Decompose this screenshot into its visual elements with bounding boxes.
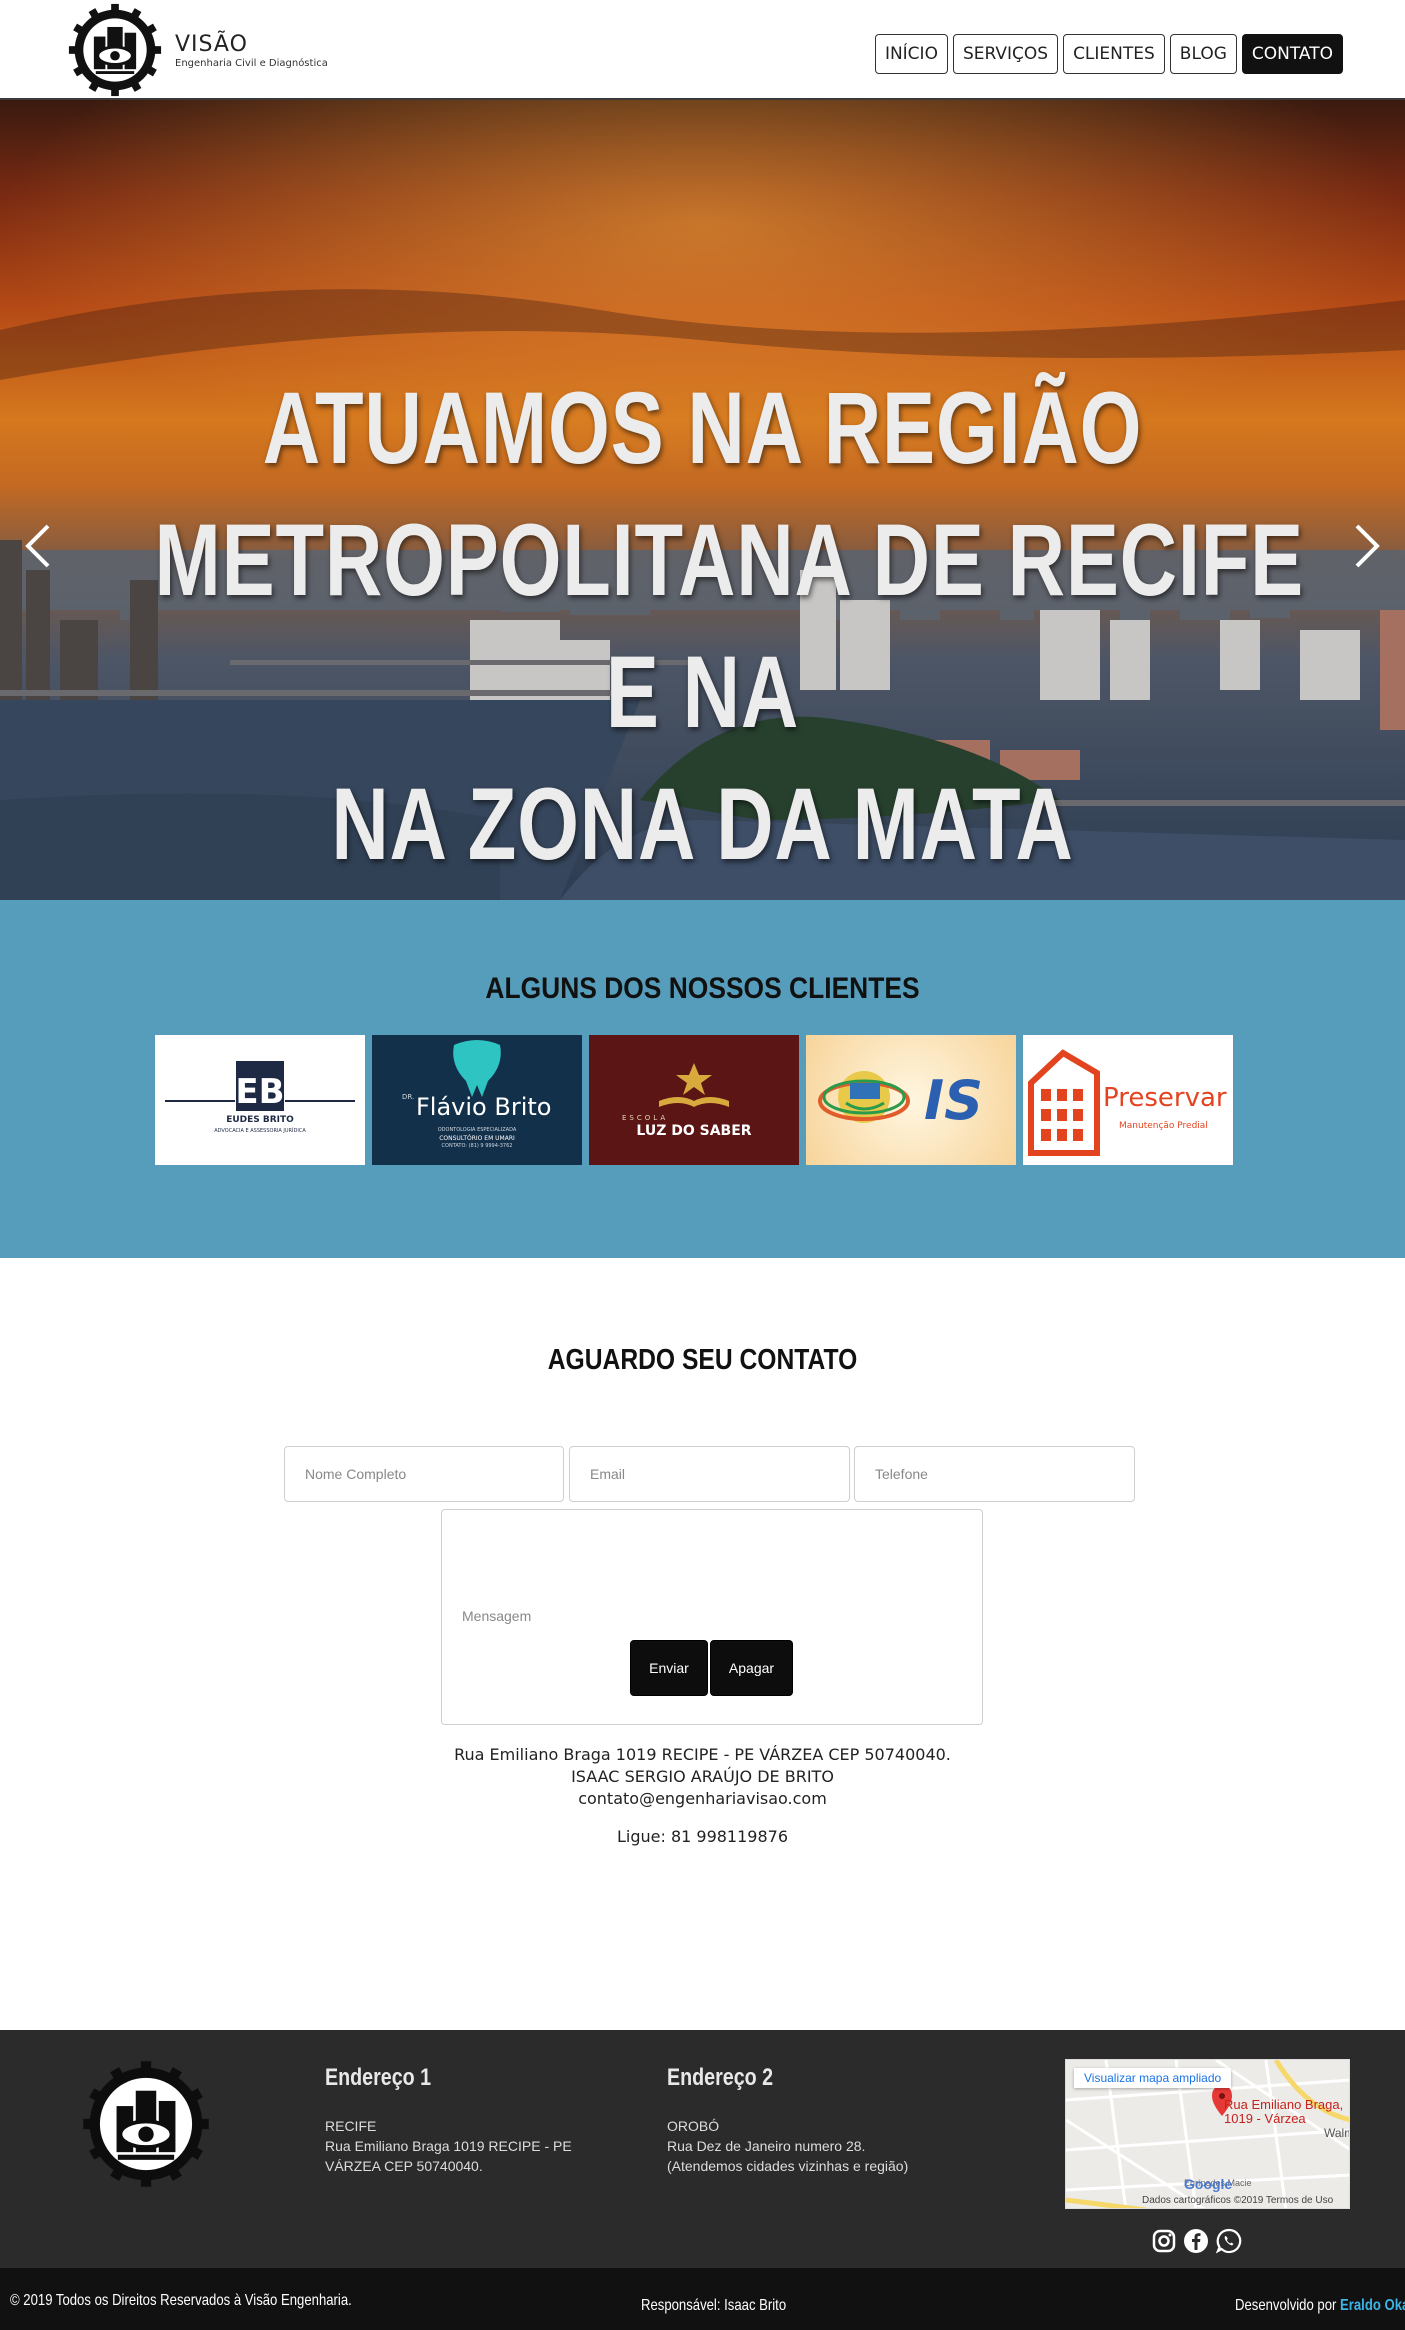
address-2-line-2: (Atendemos cidades vizinhas e região) bbox=[667, 2158, 909, 2174]
address-2-city: OROBÓ bbox=[667, 2118, 720, 2134]
flavio-brito-contact: CONTATO: (81) 9 9994-3762 bbox=[441, 1143, 513, 1149]
address-2-block: Endereço 2 OROBÓ Rua Dez de Janeiro nume… bbox=[667, 2064, 957, 2176]
eudes-brito-logo-icon: EB bbox=[165, 1061, 355, 1112]
preservar-name: Preservar bbox=[1103, 1083, 1227, 1113]
developer-credit: Desenvolvido por Eraldo Oka bbox=[1235, 2297, 1405, 2315]
hero-line-4: NA ZONA DA MATA bbox=[331, 767, 1074, 881]
map-enlarge-link[interactable]: Visualizar mapa ampliado bbox=[1074, 2068, 1232, 2088]
developer-prefix: Desenvolvido por bbox=[1235, 2297, 1337, 2314]
clear-button[interactable]: Apagar bbox=[710, 1640, 793, 1696]
hero-headline: ATUAMOS NA REGIÃO METROPOLITANA DE RECIF… bbox=[154, 362, 1305, 890]
nav-clientes[interactable]: CLIENTES bbox=[1063, 34, 1165, 74]
address-2-line-1: Rua Dez de Janeiro numero 28. bbox=[667, 2138, 866, 2154]
map-attribution[interactable]: Dados cartográficos ©2019 Termos de Uso bbox=[1142, 2195, 1333, 2206]
site-footer: Endereço 1 RECIFE Rua Emiliano Braga 101… bbox=[0, 2030, 1405, 2268]
star-book-icon bbox=[659, 1063, 729, 1107]
instagram-icon[interactable] bbox=[1151, 2228, 1177, 2254]
address-1-heading: Endereço 1 bbox=[325, 2064, 432, 2091]
map-street-label: Walm bbox=[1324, 2126, 1349, 2140]
map-pin-label: Rua Emiliano Braga, 1019 - Várzea bbox=[1224, 2098, 1343, 2126]
facebook-icon[interactable] bbox=[1183, 2228, 1209, 2254]
bottom-bar: © 2019 Todos os Direitos Reservados à Vi… bbox=[0, 2268, 1405, 2330]
hero-carousel: ATUAMOS NA REGIÃO METROPOLITANA DE RECIF… bbox=[0, 100, 1405, 900]
nav-inicio[interactable]: INÍCIO bbox=[874, 34, 948, 74]
email-input[interactable] bbox=[569, 1446, 850, 1502]
hero-line-3: E NA bbox=[605, 635, 800, 749]
chevron-right-icon[interactable] bbox=[1353, 522, 1383, 570]
clients-title: ALGUNS DOS NOSSOS CLIENTES bbox=[485, 972, 920, 1005]
hero-line-1: ATUAMOS NA REGIÃO bbox=[262, 371, 1143, 485]
whatsapp-icon[interactable] bbox=[1216, 2228, 1242, 2254]
flavio-brito-tagline-2: CONSULTÓRIO EM UMARI bbox=[439, 1135, 515, 1142]
nav-contato[interactable]: CONTATO bbox=[1241, 34, 1343, 74]
name-input[interactable] bbox=[284, 1446, 564, 1502]
clients-logo-row: EB EUDES BRITO ADVOCACIA E ASSESSORIA JU… bbox=[155, 1035, 1233, 1165]
map-pin-label-line-1: Rua Emiliano Braga, bbox=[1224, 2097, 1344, 2112]
client-logo-eudes-brito[interactable]: EB EUDES BRITO ADVOCACIA E ASSESSORIA JU… bbox=[155, 1035, 365, 1165]
preservar-tagline: Manutenção Predial bbox=[1119, 1121, 1208, 1131]
map-google-brand: Google bbox=[1184, 2176, 1233, 2192]
gear-eye-logo-icon bbox=[83, 2061, 209, 2187]
client-logo-flavio-brito[interactable]: DR. Flávio Brito ODONTOLOGIA ESPECIALIZA… bbox=[372, 1035, 582, 1165]
contact-address: Rua Emiliano Braga 1019 RECIPE - PE VÁRZ… bbox=[454, 1745, 951, 1764]
nav-blog[interactable]: BLOG bbox=[1169, 34, 1237, 74]
developer-link[interactable]: Eraldo Oka bbox=[1340, 2297, 1405, 2314]
site-header: VISÃO Engenharia Civil e Diagnóstica INÍ… bbox=[0, 0, 1405, 100]
logo-title: VISÃO bbox=[175, 31, 248, 57]
main-nav: INÍCIO SERVIÇOS CLIENTES BLOG CONTATO bbox=[874, 34, 1343, 74]
copyright-text: © 2019 Todos os Direitos Reservados à Vi… bbox=[10, 2292, 352, 2309]
contact-email[interactable]: contato@engenhariavisao.com bbox=[0, 1789, 1405, 1808]
luz-do-saber-prefix: ESCOLA bbox=[622, 1114, 669, 1122]
address-1-block: Endereço 1 RECIFE Rua Emiliano Braga 101… bbox=[325, 2064, 615, 2176]
map-pin-label-line-2: 1019 - Várzea bbox=[1224, 2111, 1306, 2126]
send-button[interactable]: Enviar bbox=[630, 1640, 708, 1696]
svg-text:EB: EB bbox=[235, 1072, 284, 1112]
hero-line-2: METROPOLITANA DE RECIFE bbox=[154, 503, 1305, 617]
clients-section: ALGUNS DOS NOSSOS CLIENTES EB EUDES BRIT… bbox=[0, 900, 1405, 1258]
nav-servicos[interactable]: SERVIÇOS bbox=[952, 34, 1059, 74]
contact-title: AGUARDO SEU CONTATO bbox=[547, 1344, 858, 1376]
phone-input[interactable] bbox=[854, 1446, 1135, 1502]
client-logo-is[interactable]: IS bbox=[806, 1035, 1016, 1165]
address-1-line-2: VÁRZEA CEP 50740040. bbox=[325, 2158, 483, 2174]
embedded-map[interactable]: Visualizar mapa ampliado Rua Emiliano Br… bbox=[1065, 2059, 1350, 2209]
flavio-brito-name: Flávio Brito bbox=[416, 1093, 552, 1121]
address-2-heading: Endereço 2 bbox=[667, 2064, 774, 2091]
eudes-brito-tagline: ADVOCACIA E ASSESSORIA JURÍDICA bbox=[214, 1128, 306, 1134]
is-logo-name: IS bbox=[924, 1069, 983, 1132]
eudes-brito-name: EUDES BRITO bbox=[226, 1115, 294, 1125]
site-logo[interactable]: VISÃO Engenharia Civil e Diagnóstica bbox=[67, 2, 328, 98]
logo-subtitle: Engenharia Civil e Diagnóstica bbox=[175, 57, 328, 69]
address-1-city: RECIFE bbox=[325, 2118, 377, 2134]
flavio-brito-prefix: DR. bbox=[402, 1093, 415, 1101]
contact-person: ISAAC SERGIO ARAÚJO DE BRITO bbox=[571, 1767, 834, 1786]
responsible-text: Responsável: Isaac Brito bbox=[641, 2297, 787, 2314]
luz-do-saber-name: LUZ DO SABER bbox=[636, 1123, 752, 1139]
client-logo-preservar[interactable]: Preservar Manutenção Predial bbox=[1023, 1035, 1233, 1165]
gear-eye-logo-icon bbox=[68, 3, 162, 97]
contact-phone[interactable]: Ligue: 81 998119876 bbox=[0, 1827, 1405, 1846]
flavio-brito-tagline: ODONTOLOGIA ESPECIALIZADA bbox=[437, 1127, 517, 1133]
chevron-left-icon[interactable] bbox=[22, 522, 52, 570]
address-1-line-1: Rua Emiliano Braga 1019 RECIPE - PE bbox=[325, 2138, 572, 2154]
solar-globe-icon bbox=[818, 1071, 910, 1123]
client-logo-luz-do-saber[interactable]: ESCOLA LUZ DO SABER bbox=[589, 1035, 799, 1165]
